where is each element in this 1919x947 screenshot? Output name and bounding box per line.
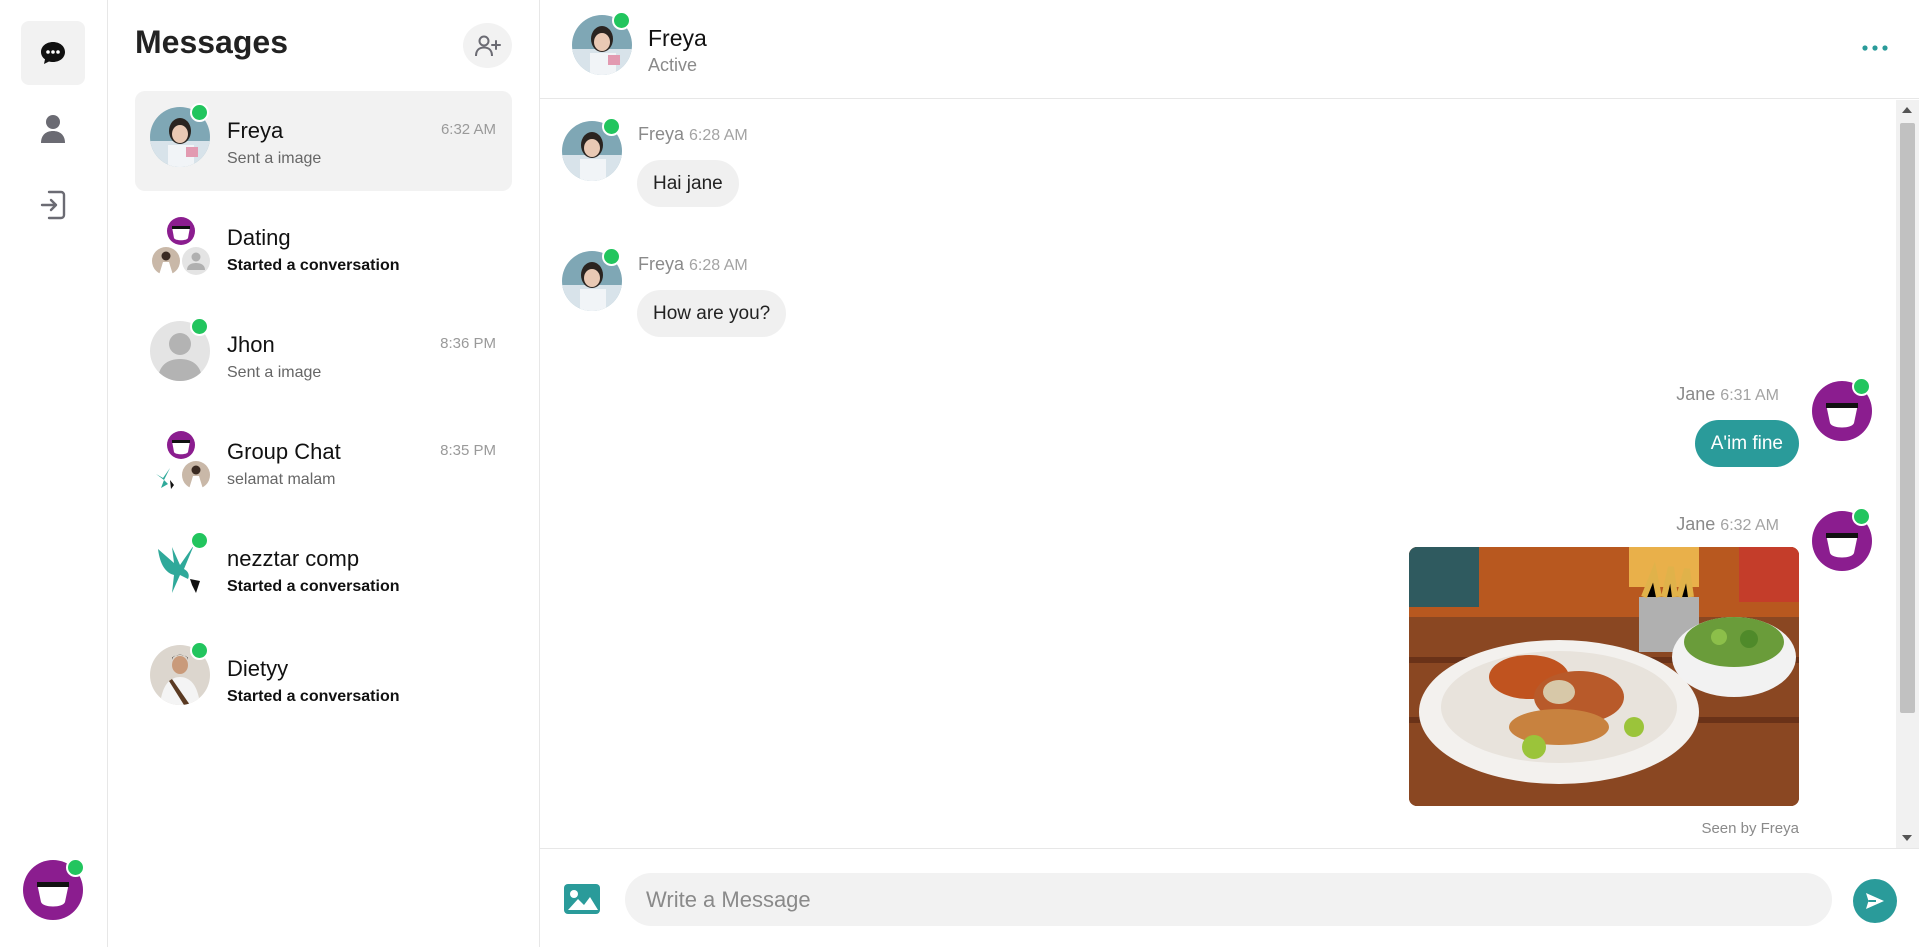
message-list: Freya 6:28 AM Hai jane Freya 6:28 AM How… [540,100,1896,848]
attach-image-button[interactable] [562,882,602,918]
rail-contacts-button[interactable] [21,97,85,161]
seen-receipt: Seen by Freya [1701,820,1799,837]
message-bubble: A'im fine [1694,420,1799,467]
conversation-name: Dietyy [227,656,289,681]
conversation-name: Group Chat [227,439,341,464]
chat-panel: Freya Active Freya 6:28 AM Hai jane Frey… [540,0,1919,947]
message-composer [540,848,1919,947]
conversation-item-dietyy[interactable]: Dietyy Started a conversation [135,629,512,729]
online-indicator [190,103,209,122]
message-time: 6:28 AM [689,257,748,274]
more-options-button[interactable] [1853,36,1897,60]
conversation-time: 8:35 PM [440,442,496,459]
logout-icon [40,190,66,220]
conversation-item-jhon[interactable]: Jhon Sent a image 8:36 PM [135,305,512,405]
message-bubble: How are you? [637,290,787,337]
avatar [150,103,210,167]
conversation-name: Dating [227,225,291,250]
conversation-name: nezztar comp [227,546,360,571]
conversation-time: 8:36 PM [440,335,496,352]
send-button[interactable] [1853,879,1897,923]
more-horizontal-icon [1862,45,1888,51]
chat-header-avatar[interactable] [572,11,632,75]
conversation-item-freya[interactable]: Freya Sent a image 6:32 AM [135,91,512,191]
conversation-preview: Started a conversation [227,688,400,705]
conversation-name: Freya [227,118,284,143]
avatar [150,531,210,595]
message-meta: Jane 6:31 AM [1676,384,1779,405]
group-avatar [150,428,210,489]
current-user-avatar[interactable] [23,858,85,920]
conversation-preview: Started a conversation [227,578,400,595]
scroll-up-arrow[interactable] [1902,107,1912,113]
online-indicator [66,858,85,877]
message-meta: Jane 6:32 AM [1676,514,1779,535]
rail-logout-button[interactable] [21,173,85,237]
conversation-item-group-chat[interactable]: Group Chat selamat malam 8:35 PM [135,412,512,512]
message-avatar [562,247,622,311]
rail-chats-button[interactable] [21,21,85,85]
message-avatar [562,117,622,181]
message-sender: Jane [1676,384,1716,404]
conversation-item-nezztar-comp[interactable]: nezztar comp Started a conversation [135,519,512,619]
online-indicator [612,11,631,30]
person-icon [41,115,65,143]
message-time: 6:28 AM [689,127,748,144]
scroll-down-arrow[interactable] [1902,835,1912,841]
avatar [150,317,210,381]
online-indicator [190,641,209,660]
chat-contact-name: Freya [648,25,707,51]
online-indicator [1852,507,1871,526]
message-sender: Jane [1676,514,1716,534]
image-icon [564,884,600,914]
online-indicator [602,117,621,136]
message-avatar [1812,507,1872,571]
conversation-time: 6:32 AM [440,121,496,138]
chat-contact-status: Active [648,55,698,75]
message-avatar [1812,377,1872,441]
add-contact-button[interactable] [463,23,512,68]
conversation-list-panel: Messages Freya Sent a image 6:32 AM Dati… [108,0,540,947]
avatar [150,641,210,705]
message-sender: Freya [638,254,685,274]
send-icon [1866,893,1884,909]
conversation-item-dating[interactable]: Dating Started a conversation [135,198,512,298]
chat-bubble-icon [41,42,65,64]
conversation-preview: Sent a image [227,150,322,167]
message-sender: Freya [638,124,685,144]
online-indicator [190,317,209,336]
online-indicator [602,247,621,266]
seafood-plate-photo[interactable] [1409,547,1799,806]
add-user-icon [474,35,501,56]
conversation-preview: selamat malam [227,471,336,488]
scrollbar-thumb[interactable] [1900,123,1915,713]
online-indicator [190,531,209,550]
online-indicator [1852,377,1871,396]
page-title: Messages [135,24,288,60]
conversation-preview: Started a conversation [227,257,400,274]
message-input[interactable] [625,873,1832,926]
conversation-name: Jhon [227,332,275,357]
chat-header: Freya Active [540,0,1919,99]
message-meta: Freya 6:28 AM [638,124,748,145]
conversation-preview: Sent a image [227,364,322,381]
group-avatar [150,214,210,275]
message-bubble: Hai jane [637,160,739,207]
message-time: 6:31 AM [1720,387,1779,404]
message-meta: Freya 6:28 AM [638,254,748,275]
nav-rail [0,0,108,947]
message-scrollbar[interactable] [1896,100,1919,848]
message-time: 6:32 AM [1720,517,1779,534]
